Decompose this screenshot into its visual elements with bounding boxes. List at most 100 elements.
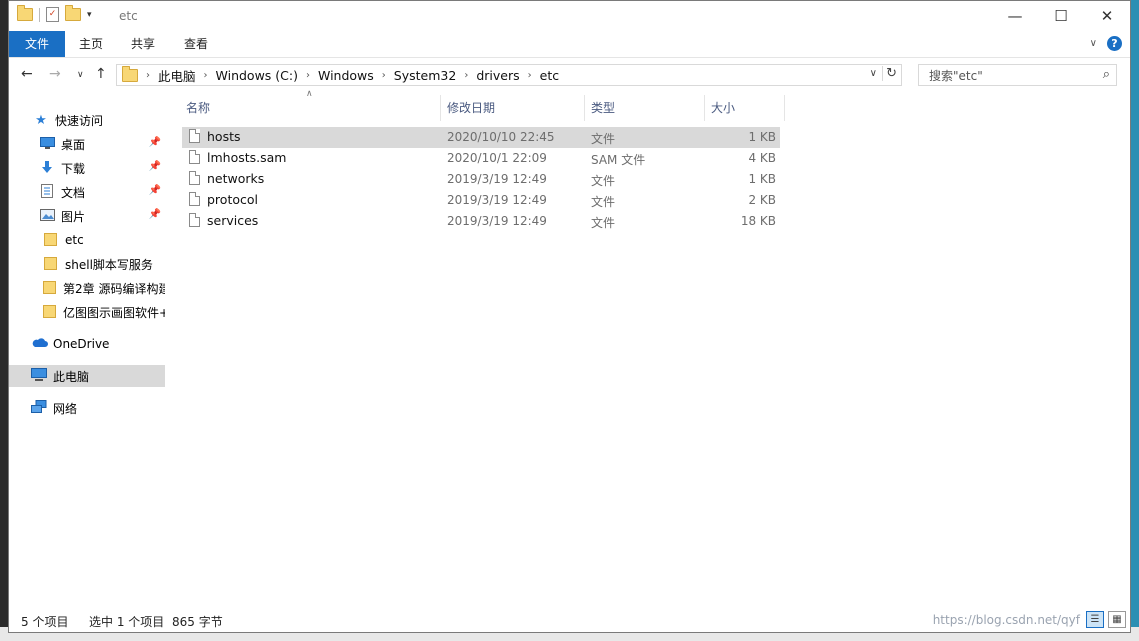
background-right-strip [1131,0,1139,641]
breadcrumb-drivers[interactable]: drivers [476,68,519,83]
file-size: 18 KB [740,214,776,228]
sidebar-item-documents[interactable]: 文档 📌 [9,181,165,203]
chevron-right-icon[interactable]: › [528,70,532,81]
tab-view[interactable]: 查看 [170,31,222,57]
window-title: etc [119,9,138,23]
title-bar: ✓ ▾ etc — ☐ ✕ [9,1,1130,31]
sidebar-item-quick-access[interactable]: ★ 快速访问 [9,109,165,131]
sidebar-item-etc[interactable]: etc [9,229,165,251]
cloud-icon [31,337,48,351]
chevron-right-icon[interactable]: › [146,70,150,81]
details-view-icon[interactable]: ☰ [1086,611,1104,628]
sidebar-item-label: 桌面 [61,137,86,152]
file-name: networks [207,171,265,186]
chevron-right-icon[interactable]: › [306,70,310,81]
folder-icon [17,5,33,21]
file-date: 2020/10/10 22:45 [447,130,555,144]
sidebar-item-edraw[interactable]: 亿图图示画图软件+ [9,301,165,323]
sidebar-item-network[interactable]: 网络 [9,397,165,419]
breadcrumb-system32[interactable]: System32 [394,68,457,83]
minimize-button[interactable]: — [992,1,1038,31]
network-icon [31,399,47,417]
file-name: lmhosts.sam [207,150,287,165]
close-button[interactable]: ✕ [1084,1,1130,31]
folder-icon [43,304,57,321]
breadcrumb-windows[interactable]: Windows [318,68,374,83]
pin-icon[interactable]: 📌 [149,137,161,148]
large-icons-view-icon[interactable]: ▦ [1108,611,1126,628]
sidebar-item-label: 快速访问 [55,113,104,128]
navigation-pane: ★ 快速访问 桌面 📌 下载 📌 文档 📌 图片 📌 etc shell脚本写服… [9,99,165,608]
column-header-name[interactable]: 名称 [186,97,210,119]
folder-icon [122,65,138,82]
file-row-networks[interactable]: networks 2019/3/19 12:49 文件 1 KB [182,169,780,190]
search-box[interactable]: ⌕ [918,64,1117,87]
file-row-protocol[interactable]: protocol 2019/3/19 12:49 文件 2 KB [182,190,780,211]
picture-icon [39,208,55,224]
column-divider[interactable] [704,95,705,121]
sidebar-item-label: 第2章 源码编译构建 [63,281,165,296]
folder-icon [43,232,59,249]
column-divider[interactable] [584,95,585,121]
search-icon[interactable]: ⌕ [1103,67,1110,82]
file-icon [189,129,200,143]
tab-share[interactable]: 共享 [117,31,169,57]
star-icon: ★ [35,112,47,128]
computer-icon [31,368,47,384]
expand-ribbon-icon[interactable]: ∨ [1090,38,1097,49]
back-arrow-icon[interactable]: ← [21,66,33,82]
sidebar-item-onedrive[interactable]: OneDrive [9,333,165,355]
search-input[interactable] [927,65,1091,87]
pin-icon[interactable]: 📌 [149,209,161,220]
column-header-type[interactable]: 类型 [591,97,615,119]
up-arrow-icon[interactable]: ↑ [95,66,107,82]
pin-icon[interactable]: 📌 [149,185,161,196]
sidebar-item-label: etc [65,233,84,247]
document-icon [39,183,55,201]
file-name: protocol [207,192,258,207]
column-divider[interactable] [784,95,785,121]
help-icon[interactable]: ? [1107,36,1122,51]
file-type: 文件 [591,195,616,209]
sidebar-item-label: shell脚本写服务 [65,257,153,272]
column-header-size[interactable]: 大小 [711,97,735,119]
column-header-date[interactable]: 修改日期 [447,97,495,119]
customize-toolbar-icon[interactable]: ▾ [87,10,92,20]
chevron-right-icon[interactable]: › [204,70,208,81]
sidebar-item-label: 下载 [61,161,86,176]
breadcrumb-etc[interactable]: etc [540,68,559,83]
pin-icon[interactable]: 📌 [149,161,161,172]
chevron-down-icon[interactable]: ∨ [870,68,877,79]
forward-arrow-icon[interactable]: → [49,66,61,82]
sidebar-item-chapter2[interactable]: 第2章 源码编译构建 [9,277,165,299]
new-folder-icon[interactable] [65,5,81,21]
download-icon [39,160,55,177]
watermark: https://blog.csdn.net/qyf [932,613,1080,627]
file-date: 2019/3/19 12:49 [447,193,547,207]
sidebar-item-downloads[interactable]: 下载 📌 [9,157,165,179]
recent-locations-icon[interactable]: ∨ [77,70,84,80]
view-switcher: ☰ ▦ [1086,611,1126,628]
file-icon [189,150,200,164]
tab-home[interactable]: 主页 [65,31,117,57]
chevron-right-icon[interactable]: › [464,70,468,81]
file-icon [189,192,200,206]
file-row-lmhosts[interactable]: lmhosts.sam 2020/10/1 22:09 SAM 文件 4 KB [182,148,780,169]
sidebar-item-label: 文档 [61,185,86,200]
sidebar-item-this-pc[interactable]: 此电脑 [9,365,165,387]
maximize-button[interactable]: ☐ [1038,1,1084,31]
sidebar-item-pictures[interactable]: 图片 📌 [9,205,165,227]
properties-icon[interactable]: ✓ [46,7,59,22]
breadcrumb-c-drive[interactable]: Windows (C:) [216,68,298,83]
file-row-services[interactable]: services 2019/3/19 12:49 文件 18 KB [182,211,780,232]
breadcrumb-this-pc[interactable]: 此电脑 [158,66,196,85]
file-row-hosts[interactable]: hosts 2020/10/10 22:45 文件 1 KB [182,127,780,148]
tab-file[interactable]: 文件 [9,31,66,57]
column-divider[interactable] [440,95,441,121]
address-bar[interactable]: › 此电脑 › Windows (C:) › Windows › System3… [116,64,902,86]
sidebar-item-desktop[interactable]: 桌面 📌 [9,133,165,155]
sidebar-item-shell-scripts[interactable]: shell脚本写服务 [9,253,165,275]
refresh-icon[interactable]: ↻ [882,66,897,81]
selection-size: 865 字节 [172,615,223,629]
chevron-right-icon[interactable]: › [382,70,386,81]
